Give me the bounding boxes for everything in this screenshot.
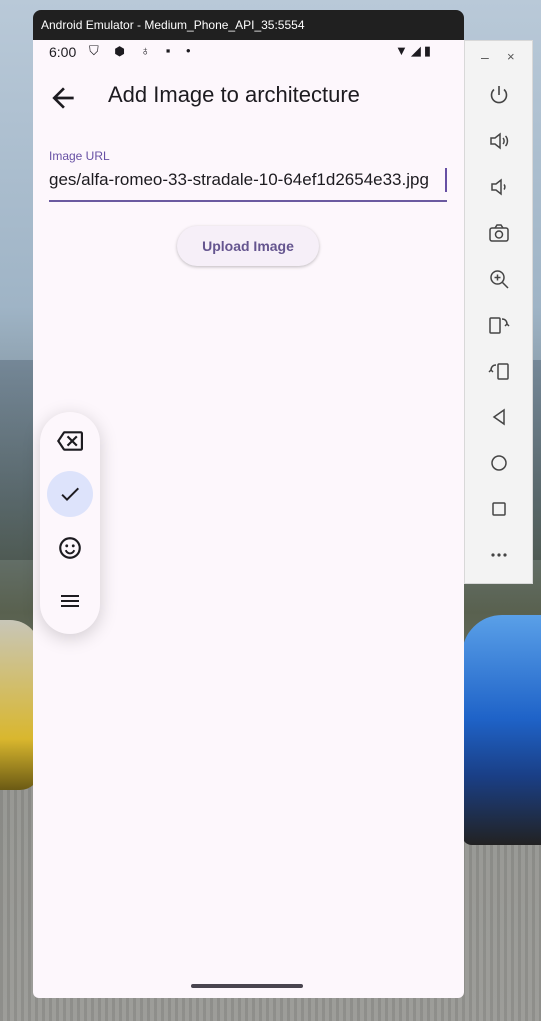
back-triangle-icon[interactable] (482, 400, 516, 434)
floating-keyboard-toolbar (40, 412, 100, 634)
emulator-title-bar[interactable]: Android Emulator - Medium_Phone_API_35:5… (33, 10, 464, 40)
status-bar: 6:00 ⛉ ⬢ ♁ ▪ • ▼◢▮ (33, 40, 464, 66)
backspace-icon[interactable] (47, 418, 93, 464)
background-car-blue (462, 615, 541, 845)
menu-icon[interactable] (47, 578, 93, 624)
zoom-in-icon[interactable] (482, 262, 516, 296)
image-url-field[interactable]: Image URL (49, 146, 447, 202)
close-button[interactable]: × (507, 49, 515, 64)
upload-image-button[interactable]: Upload Image (177, 226, 319, 266)
image-url-label: Image URL (49, 149, 110, 163)
status-system-icons: ▼◢▮ (394, 43, 434, 58)
app-bar: Add Image to architecture (33, 70, 464, 126)
text-caret (445, 168, 447, 192)
more-icon[interactable] (482, 538, 516, 572)
home-indicator[interactable] (191, 984, 303, 988)
back-arrow-icon[interactable] (47, 82, 79, 114)
camera-icon[interactable] (482, 216, 516, 250)
volume-up-icon[interactable] (482, 124, 516, 158)
emulator-title: Android Emulator - Medium_Phone_API_35:5… (41, 18, 305, 32)
emoji-icon[interactable] (47, 525, 93, 571)
image-url-input[interactable] (49, 166, 447, 194)
power-icon[interactable] (482, 78, 516, 112)
emulator-side-controls: – × (464, 40, 533, 584)
home-circle-icon[interactable] (482, 446, 516, 480)
side-panel-window-controls: – × (465, 47, 532, 69)
rotate-left-icon[interactable] (482, 354, 516, 388)
minimize-button[interactable]: – (481, 49, 489, 65)
page-title: Add Image to architecture (108, 82, 360, 107)
volume-down-icon[interactable] (482, 170, 516, 204)
rotate-right-icon[interactable] (482, 308, 516, 342)
status-notification-icons: ⛉ ⬢ ♁ ▪ • (89, 43, 197, 58)
status-time: 6:00 (49, 44, 77, 60)
overview-square-icon[interactable] (482, 492, 516, 526)
check-icon[interactable] (47, 471, 93, 517)
